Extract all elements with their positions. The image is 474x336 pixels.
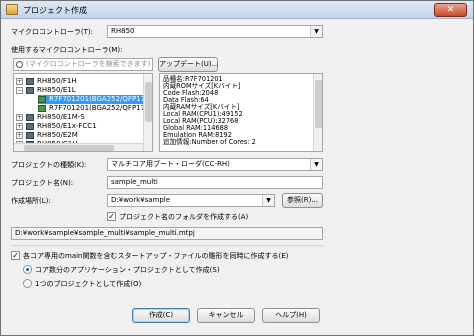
tree-horizontal-scrollbar[interactable] — [14, 143, 143, 151]
expand-icon[interactable]: + — [16, 123, 23, 130]
tree-item-rh850-e1m-s[interactable]: + RH850/E1M-S — [16, 113, 85, 122]
tree-item-label: RH850/E1x-FCC1 — [37, 122, 97, 130]
create-button[interactable]: 作成(C) — [132, 308, 190, 323]
tree-item-r7f701201-selected[interactable]: R7F701201(BGA252/QFP176/ — [38, 95, 152, 104]
project-path-display: D:¥work¥sample¥sample_multi¥sample_multi… — [11, 227, 323, 240]
project-type-value: マルチコア用ブート・ローダ(CC-RH) — [111, 160, 230, 168]
update-button[interactable]: アップデート(U)... — [158, 57, 218, 72]
create-startup-files-label: 各コア専用のmain関数を含むスタートアップ・ファイルの雛形を同時に作成する(E… — [23, 252, 289, 260]
scrollbar-thumb[interactable] — [145, 82, 152, 122]
chevron-down-icon: ▼ — [310, 26, 322, 37]
mcu-tree: + RH850/F1H − RH850/E1L R7F701201(BGA252… — [13, 73, 153, 152]
search-icon — [16, 61, 23, 68]
browse-button[interactable]: 参照(R)... — [282, 193, 323, 208]
property-line: 追加情報:Number of Cores: 2 — [163, 138, 256, 146]
tree-item-rh850-e1l[interactable]: − RH850/E1L — [16, 86, 76, 95]
tree-item-label: R7F701201(BGA252/QFP176/ — [49, 104, 152, 112]
single-project-radio[interactable] — [23, 279, 32, 288]
tree-item-label: RH850/E1M-S — [37, 113, 85, 121]
per-core-projects-label: コア数分のアプリケーション・プロジェクトとして作成(S) — [35, 266, 220, 274]
close-button[interactable]: ✕ — [434, 3, 467, 17]
project-name-input[interactable]: sample_multi — [107, 176, 323, 189]
make-folder-checkbox[interactable]: ✓ — [107, 212, 116, 221]
project-type-label: プロジェクトの種類(K): — [11, 161, 87, 169]
chip-icon — [26, 123, 34, 130]
tree-vertical-scrollbar[interactable] — [143, 74, 152, 151]
chevron-down-icon: ▼ — [310, 159, 322, 170]
tree-item-label: R7F701201(BGA252/QFP176/ — [49, 95, 152, 103]
project-type-select[interactable]: マルチコア用ブート・ローダ(CC-RH) ▼ — [107, 158, 323, 171]
chevron-down-icon: ▼ — [262, 195, 274, 206]
chip-icon — [26, 87, 34, 94]
tree-item-rh850-f1h[interactable]: + RH850/F1H — [16, 77, 77, 86]
scrollbar-thumb[interactable] — [24, 145, 114, 151]
chip-icon — [38, 96, 46, 103]
dialog-title: プロジェクト作成 — [23, 6, 87, 15]
mcu-search-placeholder: (マイクロコントローラを検索できます) — [26, 60, 151, 68]
make-folder-label: プロジェクト名のフォルダを作成する(A) — [119, 213, 249, 221]
expand-icon[interactable]: + — [16, 132, 23, 139]
tree-item-rh850-e2m[interactable]: + RH850/E2M — [16, 131, 78, 140]
mcu-search-input[interactable]: (マイクロコントローラを検索できます) — [13, 58, 153, 71]
per-core-projects-radio[interactable] — [23, 265, 32, 274]
tree-item-rh850-e1x-fcc1[interactable]: + RH850/E1x-FCC1 — [16, 122, 97, 131]
title-bar[interactable]: プロジェクト作成 ✕ — [1, 1, 473, 19]
cancel-button[interactable]: キャンセル — [197, 308, 255, 323]
expand-icon[interactable]: + — [16, 78, 23, 85]
mcu-properties-panel: 品種名:R7F701201 内蔵ROMサイズ[Kバイト] Code Flash:… — [159, 73, 323, 152]
microcontroller-value: RH850 — [111, 27, 135, 35]
location-value: D:¥work¥sample — [111, 196, 171, 204]
microcontroller-label: マイクロコントローラ(T): — [11, 28, 93, 36]
project-name-label: プロジェクト名(N): — [11, 179, 74, 187]
tree-item-r7f701201[interactable]: R7F701201(BGA252/QFP176/ — [38, 104, 152, 113]
tree-item-label: RH850/F1H — [37, 77, 77, 85]
collapse-icon[interactable]: − — [16, 87, 23, 94]
location-select[interactable]: D:¥work¥sample ▼ — [107, 194, 275, 207]
create-startup-files-checkbox[interactable]: ✓ — [11, 251, 20, 260]
properties-vertical-scrollbar[interactable] — [313, 74, 322, 151]
chip-icon — [38, 105, 46, 112]
tree-item-label: RH850/E2M — [37, 131, 78, 139]
project-app-icon — [6, 4, 18, 15]
expand-icon[interactable]: + — [16, 114, 23, 121]
help-button[interactable]: ヘルプ(H) — [262, 308, 320, 323]
microcontroller-select[interactable]: RH850 ▼ — [107, 25, 323, 38]
divider — [11, 245, 323, 246]
create-project-dialog: プロジェクト作成 ✕ マイクロコントローラ(T): RH850 ▼ 使用するマイ… — [0, 0, 474, 336]
scrollbar-thumb[interactable] — [315, 80, 322, 128]
chip-icon — [26, 78, 34, 85]
chip-icon — [26, 132, 34, 139]
tree-item-label: RH850/E1L — [37, 86, 76, 94]
chip-icon — [26, 114, 34, 121]
used-mcu-label: 使用するマイクロコントローラ(M): — [11, 46, 123, 54]
location-label: 作成場所(L): — [11, 197, 51, 205]
single-project-label: 1つのプロジェクトとして作成(O) — [35, 280, 142, 288]
